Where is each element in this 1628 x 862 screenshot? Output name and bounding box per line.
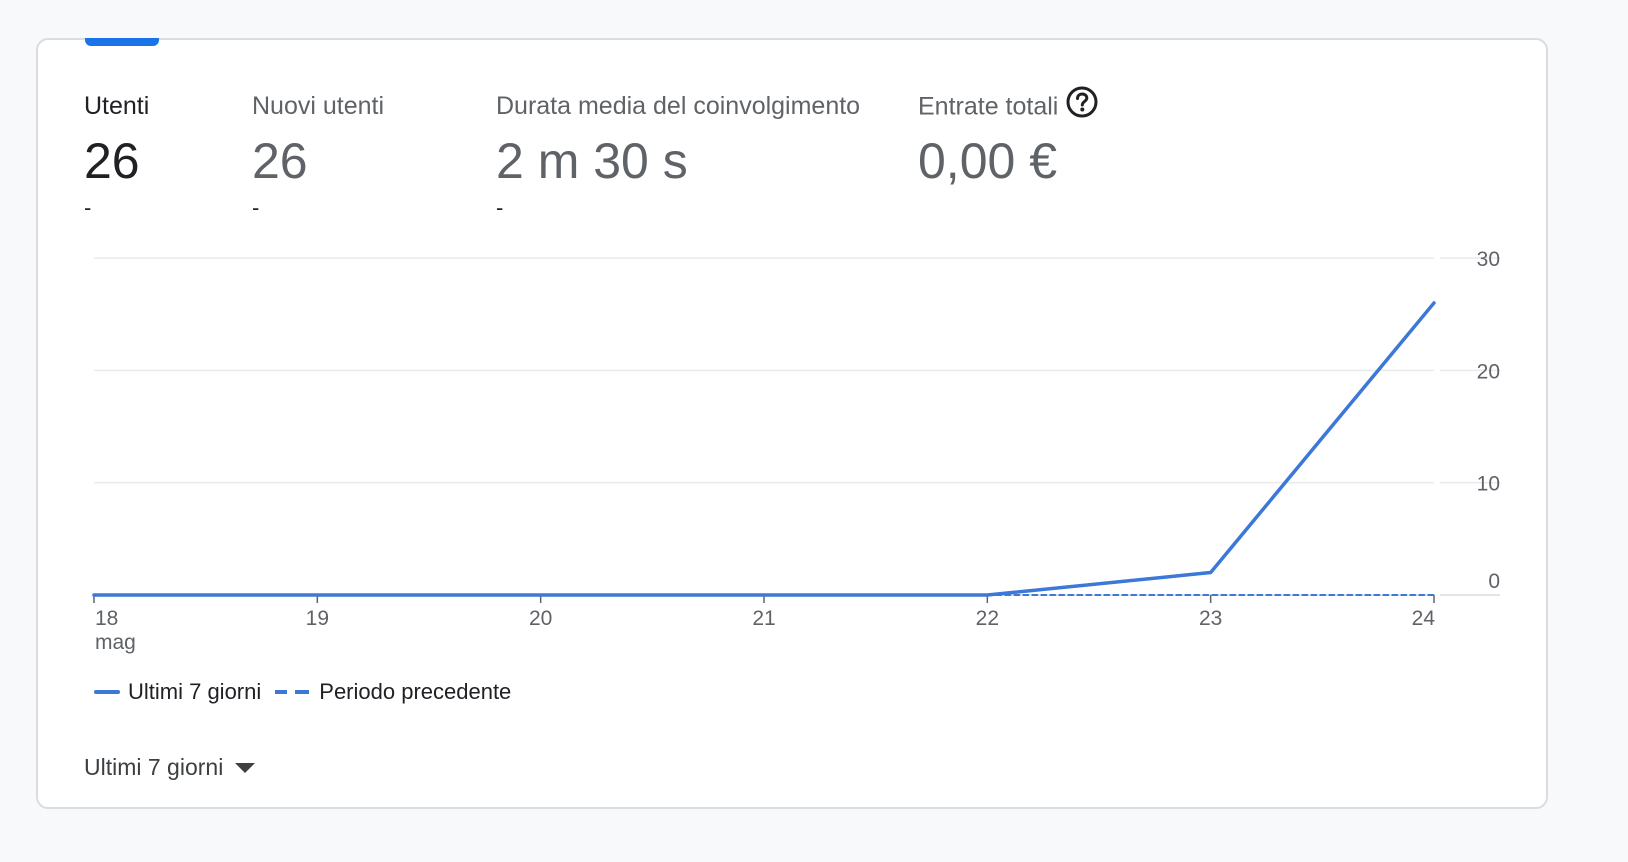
date-range-dropdown[interactable]: Ultimi 7 giorni <box>84 754 256 781</box>
x-tick-label: 23 <box>1199 607 1222 630</box>
legend-swatch-dashed <box>275 690 310 694</box>
x-tick-label: 24 <box>1412 607 1436 630</box>
x-tick-label: 19 <box>306 607 329 630</box>
x-tick-label-month: mag <box>95 631 136 654</box>
x-tick-label: 21 <box>752 607 775 630</box>
y-tick-label: 30 <box>1477 248 1500 271</box>
y-tick-label: 10 <box>1477 473 1500 496</box>
y-tick-label: 20 <box>1477 360 1500 383</box>
overview-card: Utenti 26 - Nuovi utenti 26 - Durata med… <box>36 38 1548 809</box>
caret-down-icon <box>235 762 256 773</box>
x-tick-label: 22 <box>976 607 999 630</box>
legend-swatch-solid <box>94 690 120 694</box>
date-range-label: Ultimi 7 giorni <box>84 754 224 780</box>
legend-item-previous[interactable]: Periodo precedente <box>275 679 511 705</box>
users-line-chart: 0 10 20 30 18mag 19 20 21 22 23 24 <box>92 248 1500 654</box>
chart-legend: Ultimi 7 giorni Periodo precedente <box>94 679 525 705</box>
x-tick-label: 18 <box>95 607 118 630</box>
legend-label-previous: Periodo precedente <box>319 679 512 704</box>
legend-item-current[interactable]: Ultimi 7 giorni <box>94 679 261 705</box>
series-line-current-period <box>92 301 1436 597</box>
legend-label-current: Ultimi 7 giorni <box>128 679 262 704</box>
x-tick-label: 20 <box>529 607 552 630</box>
y-tick-label: 0 <box>1488 570 1500 593</box>
